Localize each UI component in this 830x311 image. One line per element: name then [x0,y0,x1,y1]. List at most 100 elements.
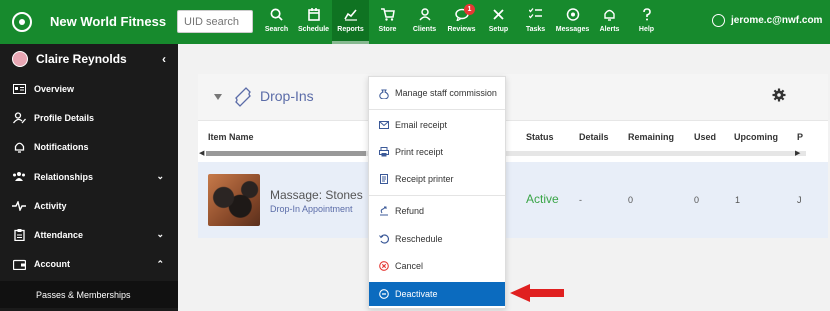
used-cell: 0 [694,195,700,205]
menu-item-reschedule[interactable]: Reschedule [369,227,505,251]
nav-label: Alerts [599,26,620,33]
menu-item-label: Cancel [395,261,424,271]
sidebar-item-overview[interactable]: Overview [0,74,178,103]
person-icon [418,7,432,21]
bell-icon [603,7,617,21]
receipt-icon [379,174,389,184]
nav-messages[interactable]: Messages [554,0,591,44]
panel-title: Drop-Ins [260,88,314,104]
client-profile[interactable]: Claire Reynolds ‹ [0,44,178,74]
column-header-item-name: Item Name [208,132,254,142]
sidebar-item-label: Relationships [34,171,94,182]
scroll-right-icon[interactable]: ▶ [795,149,800,157]
user-circle-icon [712,14,725,27]
user-menu[interactable]: jerome.c@nwf.com [712,14,822,27]
menu-item-email-receipt[interactable]: Email receipt [369,113,505,137]
menu-item-print-receipt[interactable]: Print receipt [369,140,505,164]
clipboard-icon [12,229,26,242]
column-header-status: Status [526,132,554,142]
refund-icon [379,206,389,216]
client-sidebar: Claire Reynolds ‹ Overview Profile Detai… [0,44,178,311]
column-header-details: Details [579,132,609,142]
email-icon [379,120,389,130]
nav-store[interactable]: Store [369,0,406,44]
nav-label: Store [378,26,397,33]
menu-item-manage-staff-commission[interactable]: Manage staff commission [369,81,505,105]
menu-divider [369,109,505,110]
nav-reports[interactable]: Reports [332,0,369,44]
sidebar-item-account[interactable]: Account ⌃ [0,250,178,279]
menu-item-deactivate[interactable]: Deactivate [369,282,505,306]
sidebar-item-label: Profile Details [34,112,95,123]
deactivate-icon [379,289,389,299]
sidebar-item-label: Account [34,259,70,270]
scrollbar-thumb[interactable] [206,151,366,156]
drop-ins-panel: Drop-Ins Item Name Status Details Remain… [198,74,828,238]
nav-help[interactable]: Help [628,0,665,44]
nav-label: Tasks [525,26,546,33]
nav-label: Help [638,26,655,33]
menu-item-refund[interactable]: Refund [369,199,505,223]
sidebar-item-notifications[interactable]: Notifications [0,133,178,162]
reviews-badge: 1 [464,4,475,15]
client-name: Claire Reynolds [36,52,127,66]
tools-icon [492,7,506,21]
user-email: jerome.c@nwf.com [731,15,823,26]
menu-item-label: Print receipt [395,147,444,157]
menu-item-label: Manage staff commission [395,88,497,98]
panel-header: Drop-Ins [198,74,828,121]
horizontal-scrollbar[interactable] [206,151,806,156]
truncated-cell: J [797,195,802,205]
menu-item-cancel[interactable]: Cancel [369,254,505,278]
sidebar-item-activity[interactable]: Activity [0,191,178,220]
chart-icon [343,7,358,21]
user-edit-icon [12,112,26,124]
nav-setup[interactable]: Setup [480,0,517,44]
checklist-icon [529,7,543,21]
ticket-icon [232,86,254,113]
status-badge: Active [526,192,559,206]
nav-alerts[interactable]: Alerts [591,0,628,44]
wallet-icon [12,258,26,270]
menu-item-label: Reschedule [395,234,443,244]
bell-icon [12,141,26,153]
brand-name[interactable]: New World Fitness [50,14,166,29]
column-header-upcoming: Upcoming [734,132,778,142]
nav-reviews[interactable]: 1 Reviews [443,0,480,44]
chevron-left-icon[interactable]: ‹ [162,52,166,66]
collapse-toggle-icon[interactable] [214,94,222,100]
remaining-cell: 0 [628,195,634,205]
nav-tasks[interactable]: Tasks [517,0,554,44]
sidebar-item-profile-details[interactable]: Profile Details [0,103,178,132]
sidebar-subitem-passes-memberships[interactable]: Passes & Memberships [0,281,178,309]
menu-item-label: Email receipt [395,120,448,130]
main-nav: Search Schedule Reports Store Clients 1 … [258,0,665,44]
details-cell: - [579,195,582,205]
sidebar-item-relationships[interactable]: Relationships ⌄ [0,162,178,191]
id-card-icon [12,83,26,95]
table-row[interactable]: Massage: Stones Drop-In Appointment Acti… [198,162,828,238]
nav-label: Clients [412,26,437,33]
menu-item-label: Deactivate [395,289,438,299]
reschedule-icon [379,234,389,244]
column-header-remaining: Remaining [628,132,675,142]
menu-item-receipt-printer[interactable]: Receipt printer [369,167,505,191]
nav-search[interactable]: Search [258,0,295,44]
chevron-down-icon: ⌄ [156,170,164,181]
sidebar-item-label: Attendance [34,230,84,241]
scroll-left-icon[interactable]: ◀ [199,149,204,157]
gear-icon[interactable] [772,88,786,107]
group-icon [12,171,26,183]
brand-logo-icon[interactable] [12,12,32,32]
sidebar-item-attendance[interactable]: Attendance ⌄ [0,220,178,249]
nav-label: Reports [337,26,364,33]
uid-search-input[interactable] [177,10,253,33]
top-bar: New World Fitness Search Schedule Report… [0,0,830,44]
nav-label: Messages [555,26,590,33]
menu-divider [369,195,505,196]
nav-schedule[interactable]: Schedule [295,0,332,44]
messages-icon [566,7,580,21]
nav-clients[interactable]: Clients [406,0,443,44]
item-type: Drop-In Appointment [270,204,353,214]
search-icon [270,7,284,21]
